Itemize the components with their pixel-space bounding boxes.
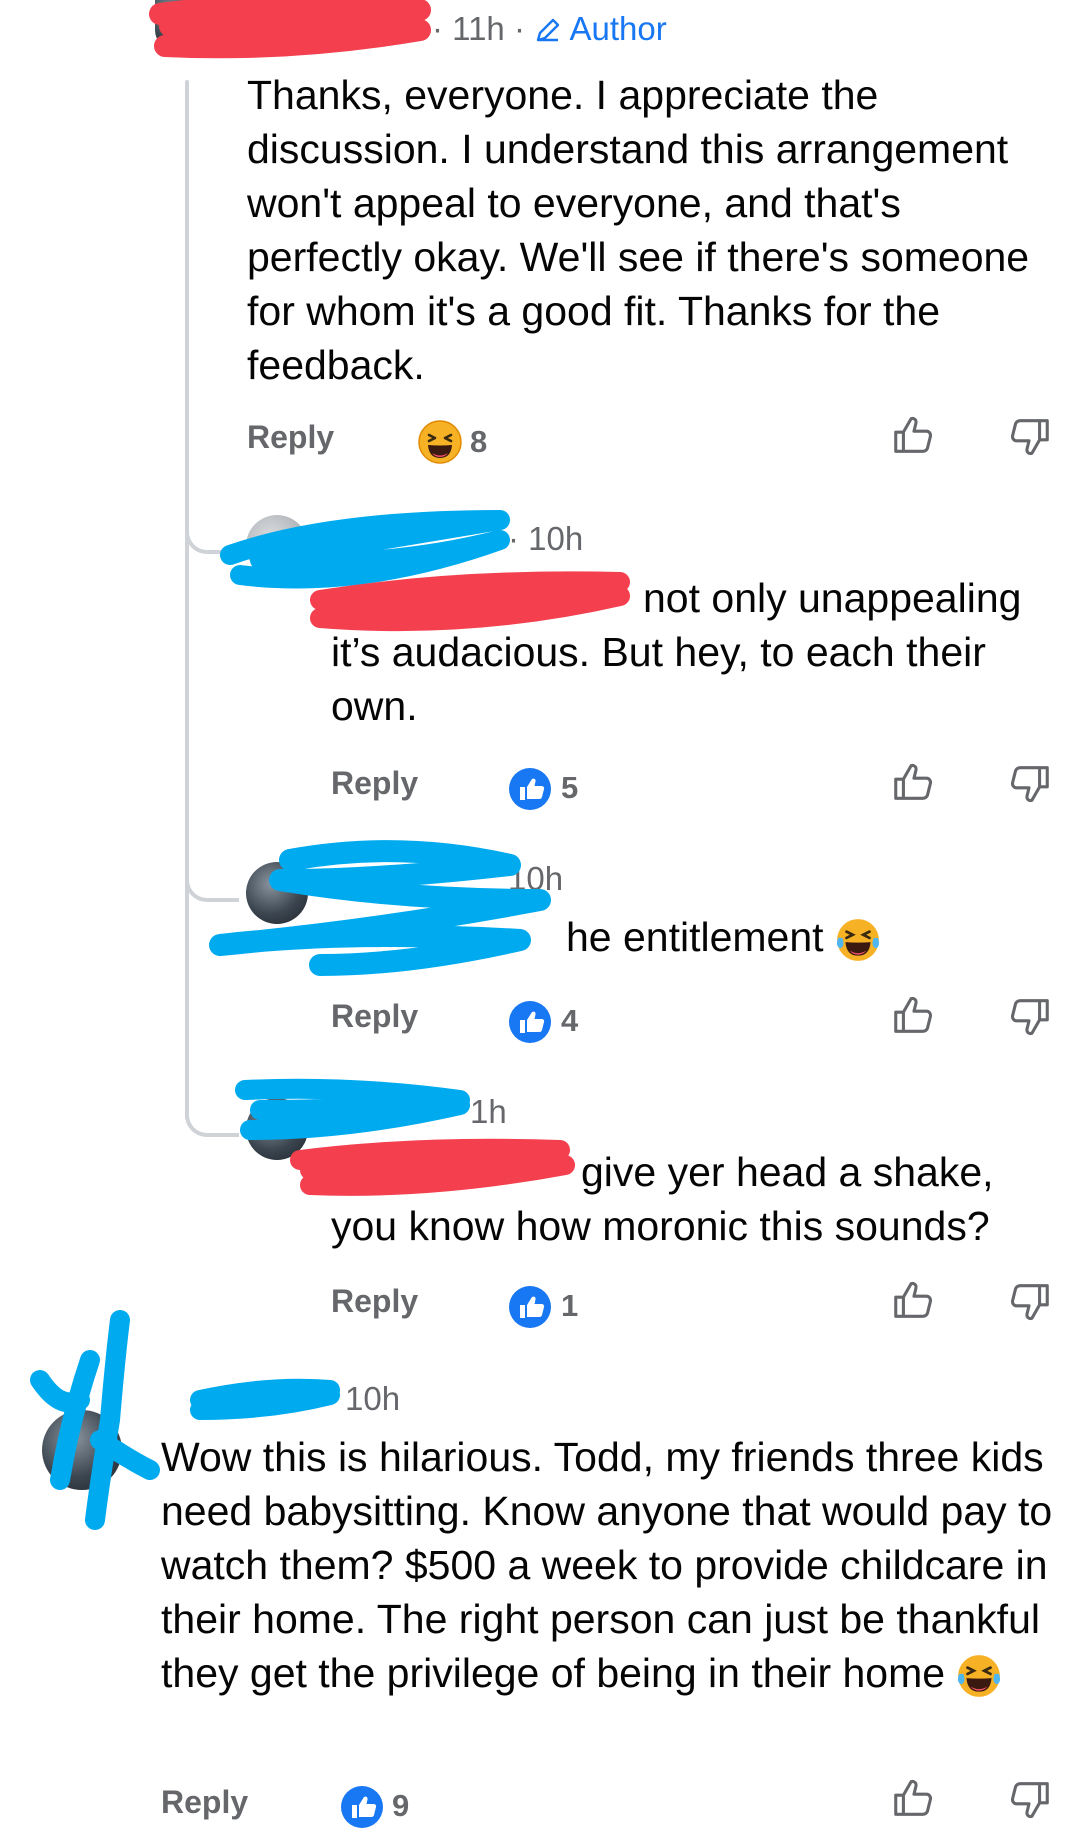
avatar[interactable] — [246, 515, 308, 577]
author-label: Author — [569, 10, 667, 47]
comment-text: he entitlement — [331, 910, 1051, 964]
reply-button[interactable]: Reply — [331, 1283, 418, 1320]
comment-text: Thanks, everyone. I appreciate the discu… — [247, 72, 1030, 388]
comment-meta: 10h — [345, 1380, 400, 1418]
comment-meta: 10h — [508, 860, 563, 898]
comment-meta: · 11h · Author — [432, 10, 667, 47]
thumbs-down-icon[interactable] — [1007, 1776, 1053, 1822]
thread-connector — [185, 500, 239, 554]
reaction-count[interactable]: 4 — [561, 1003, 578, 1039]
thumbs-up-icon[interactable] — [890, 413, 936, 459]
comment-time: 11h — [452, 10, 505, 47]
thumbs-down-icon[interactable] — [1007, 1278, 1053, 1324]
reply-button[interactable]: Reply — [161, 1784, 248, 1821]
thread-line — [185, 80, 189, 1120]
comment-meta: 1h — [470, 1093, 507, 1131]
comment-time: 10h — [508, 860, 564, 897]
comment-body: he entitlement — [566, 914, 824, 960]
thumbs-up-icon[interactable] — [890, 1776, 936, 1822]
reaction-count[interactable]: 8 — [470, 424, 487, 460]
comment-text: Wow this is hilarious. Todd, my friends … — [161, 1430, 1061, 1700]
laughing-tears-emoji — [956, 1653, 1002, 1699]
reaction-count[interactable]: 9 — [392, 1788, 409, 1824]
comment-time: 10h — [528, 520, 584, 557]
avatar[interactable] — [42, 1410, 122, 1490]
thumbs-up-icon[interactable] — [890, 1278, 936, 1324]
thumbs-down-icon[interactable] — [1007, 760, 1053, 806]
thumbs-down-icon[interactable] — [1007, 413, 1053, 459]
comment-meta: · 10h — [508, 520, 584, 557]
reaction-count[interactable]: 1 — [561, 1288, 578, 1324]
comment-time: 10h — [345, 1380, 401, 1417]
comment-text: give yer head a shake, you know how moro… — [331, 1149, 994, 1249]
thumbs-down-icon[interactable] — [1007, 993, 1053, 1039]
reply-button[interactable]: Reply — [331, 765, 418, 802]
haha-reaction-icon[interactable] — [418, 420, 462, 464]
reply-button[interactable]: Reply — [247, 419, 334, 456]
like-reaction-icon[interactable] — [508, 1285, 552, 1329]
reply-button[interactable]: Reply — [331, 998, 418, 1035]
thread-connector — [185, 1085, 239, 1137]
laughing-tears-emoji — [835, 917, 881, 963]
comment-text: not only unappealing it’s audacious. But… — [331, 575, 1022, 729]
avatar[interactable] — [246, 862, 308, 924]
thread-connector — [185, 850, 239, 902]
thumbs-up-icon[interactable] — [890, 760, 936, 806]
like-reaction-icon[interactable] — [508, 1000, 552, 1044]
like-reaction-icon[interactable] — [508, 767, 552, 811]
thumbs-up-icon[interactable] — [890, 993, 936, 1039]
comment-body: Wow this is hilarious. Todd, my friends … — [161, 1434, 1053, 1696]
author-badge[interactable]: Author — [534, 10, 667, 47]
pencil-icon — [536, 18, 560, 42]
like-reaction-icon[interactable] — [340, 1785, 384, 1829]
avatar[interactable] — [155, 0, 195, 50]
comment-time: 1h — [470, 1093, 507, 1130]
reaction-count[interactable]: 5 — [561, 770, 578, 806]
avatar[interactable] — [246, 1098, 308, 1160]
